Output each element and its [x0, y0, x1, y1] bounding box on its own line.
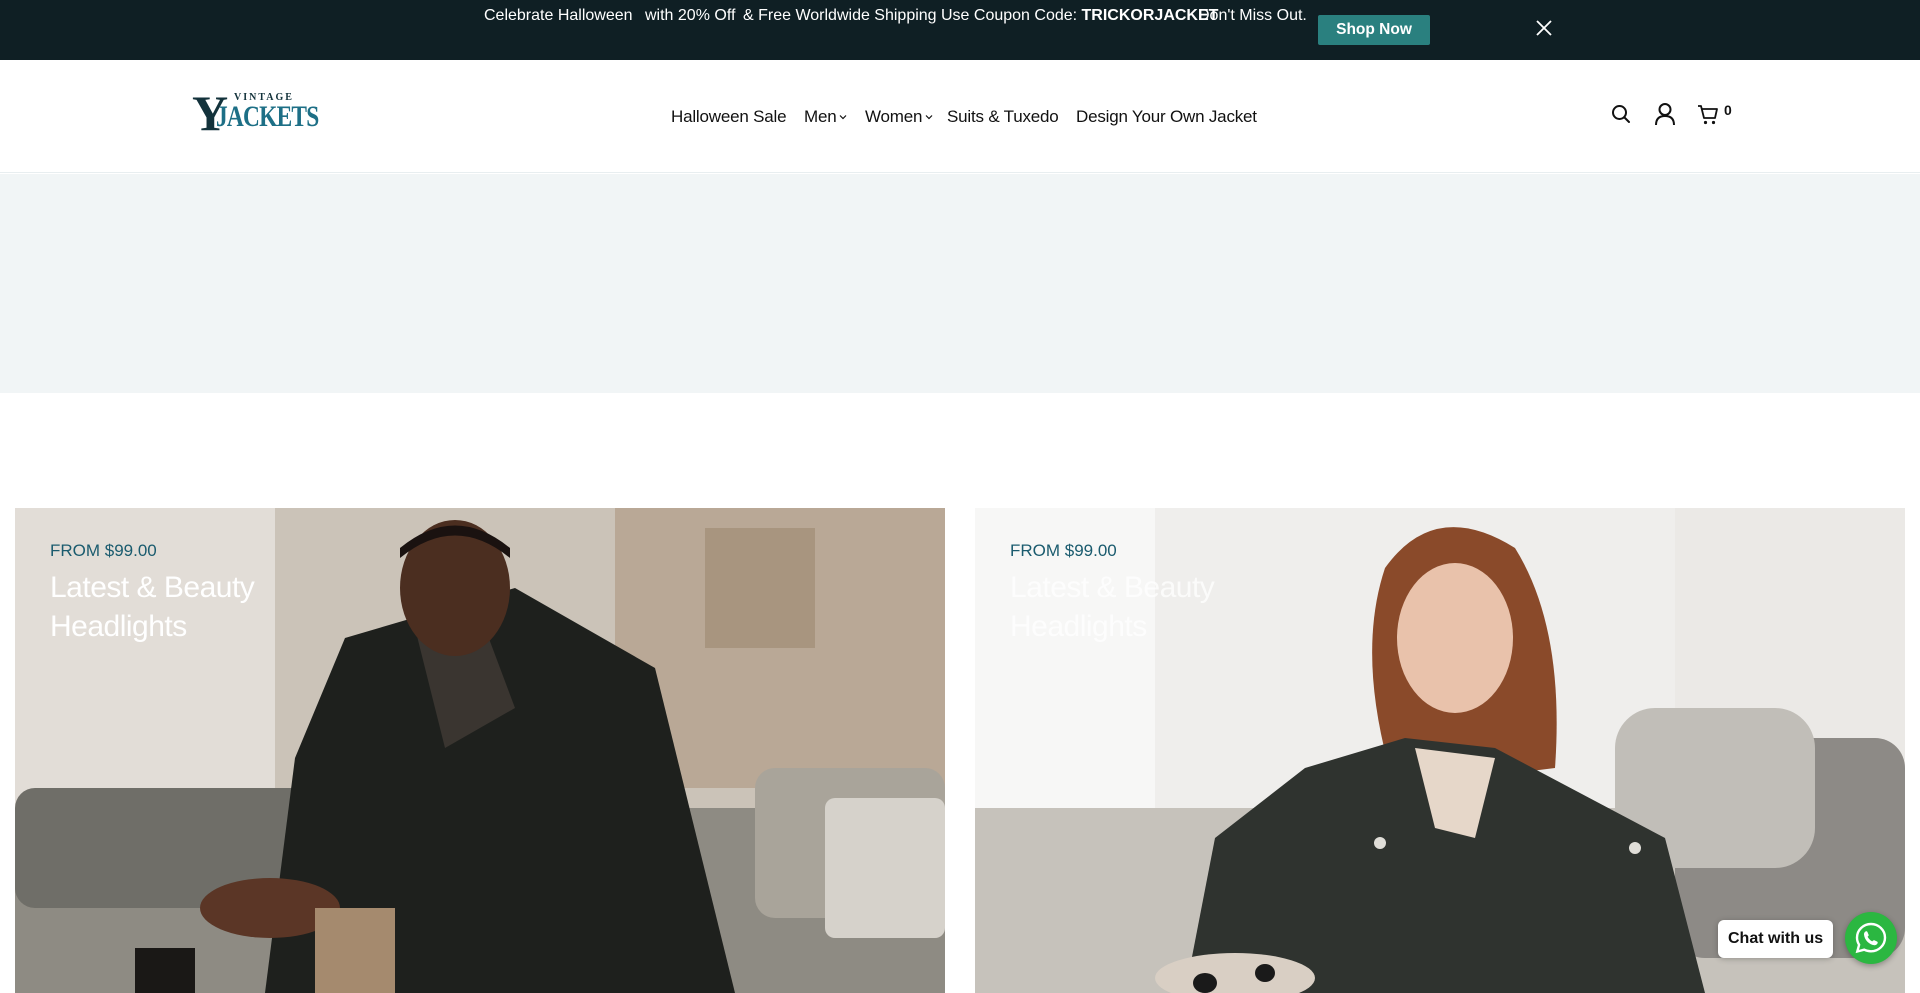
announcement-coupon: Use Coupon Code: TRICKORJACKET: [941, 7, 1218, 25]
nav-item-men[interactable]: Men: [804, 107, 847, 127]
cart-count-badge: 0: [1724, 102, 1732, 118]
nav-label: Design Your Own Jacket: [1076, 107, 1257, 126]
hero-banner-placeholder: [0, 174, 1920, 393]
nav-label: Men: [804, 107, 837, 126]
nav-label: Suits & Tuxedo: [947, 107, 1059, 126]
whatsapp-button[interactable]: [1845, 912, 1897, 964]
chevron-down-icon: [925, 115, 933, 120]
announcement-bar: Celebrate Halloween with 20% Off & Free …: [0, 0, 1920, 60]
site-logo[interactable]: VINTAGE Y JACKETS: [190, 88, 319, 140]
whatsapp-icon: [1855, 922, 1887, 954]
site-header: VINTAGE Y JACKETS Halloween Sale Men Wom…: [0, 60, 1920, 173]
coupon-prefix: Use Coupon Code:: [941, 7, 1082, 24]
announcement-text-urgency: Don't Miss Out.: [1198, 7, 1307, 24]
search-icon[interactable]: [1611, 104, 1631, 124]
promo-card-men[interactable]: FROM $99.00 Latest & Beauty Headlights: [15, 508, 945, 993]
chevron-down-icon: [840, 115, 847, 120]
close-icon[interactable]: [1534, 18, 1554, 38]
nav-item-halloween-sale[interactable]: Halloween Sale: [671, 107, 787, 127]
chat-with-us-label[interactable]: Chat with us: [1718, 920, 1834, 958]
promo-title: Latest & Beauty Headlights: [50, 571, 255, 643]
cart-icon[interactable]: [1697, 104, 1719, 125]
promo-price: FROM $99.00: [1010, 541, 1117, 560]
nav-label: Halloween Sale: [671, 107, 787, 126]
account-icon[interactable]: [1654, 102, 1676, 126]
logo-jackets-text: JACKETS: [216, 100, 319, 133]
nav-item-women[interactable]: Women: [865, 107, 933, 127]
nav-item-design-jacket[interactable]: Design Your Own Jacket: [1076, 107, 1257, 127]
promo-price: FROM $99.00: [50, 541, 157, 560]
shop-now-button[interactable]: Shop Now: [1318, 15, 1430, 45]
nav-label: Women: [865, 107, 923, 126]
announcement-text-shipping: & Free Worldwide Shipping: [743, 7, 937, 24]
nav-item-suits-tuxedo[interactable]: Suits & Tuxedo: [947, 107, 1059, 127]
announcement-text-halloween: Celebrate Halloween: [484, 7, 633, 24]
promo-title: Latest & Beauty Headlights: [1010, 571, 1215, 643]
announcement-text-discount: with 20% Off: [645, 7, 736, 24]
